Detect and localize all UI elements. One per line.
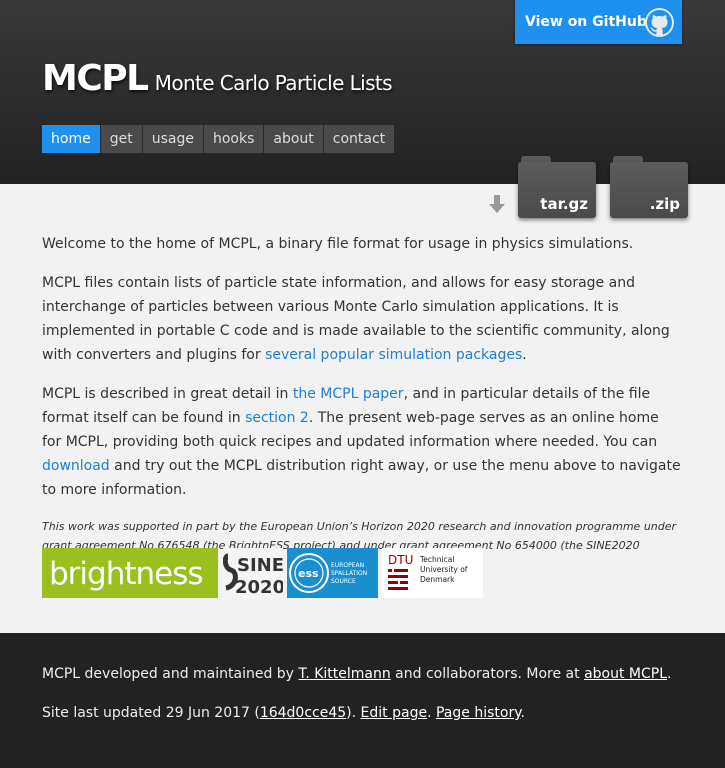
- nav-about[interactable]: about: [264, 125, 324, 153]
- description-end: .: [522, 347, 527, 363]
- brightness-logo[interactable]: brightness: [42, 548, 218, 598]
- nav-home[interactable]: home: [42, 125, 101, 153]
- site-title: MCPL Monte Carlo Particle Lists: [42, 58, 393, 99]
- page-history-link[interactable]: Page history: [436, 705, 521, 721]
- paper-paragraph: MCPL is described in great detail in the…: [42, 382, 682, 502]
- dtu-logo-line2: University of: [420, 565, 468, 574]
- mcpl-paper-link[interactable]: the MCPL paper: [293, 386, 404, 402]
- author-link[interactable]: T. Kittelmann: [298, 666, 390, 682]
- main-content: Welcome to the home of MCPL, a binary fi…: [42, 232, 682, 590]
- sine-logo-top: SINE: [237, 555, 283, 576]
- dtu-logo[interactable]: DTU Technical University of Denmark: [382, 548, 483, 598]
- footer-text: .: [427, 705, 436, 721]
- paper-text-a: MCPL is described in great detail in: [42, 386, 293, 402]
- footer-text: Site last updated 29 Jun 2017 (: [42, 705, 260, 721]
- nav-contact[interactable]: contact: [323, 125, 395, 153]
- section-2-link[interactable]: section 2: [245, 410, 309, 426]
- footer-text: ).: [346, 705, 361, 721]
- sine-logo-bottom: 2020: [235, 577, 283, 598]
- ess-logo[interactable]: ess EUROPEAN SPALLATION SOURCE: [287, 548, 378, 598]
- about-mcpl-link[interactable]: about MCPL: [584, 666, 667, 682]
- nav-get[interactable]: get: [100, 125, 143, 153]
- dtu-logo-line1: Technical: [419, 555, 454, 564]
- footer-maintainer-line: MCPL developed and maintained by T. Kitt…: [42, 666, 671, 682]
- ess-logo-mark: ess: [298, 567, 319, 580]
- intro-text: Welcome to the home of MCPL, a binary fi…: [42, 236, 634, 252]
- footer-text: .: [520, 705, 525, 721]
- download-zip-button[interactable]: .zip: [610, 156, 688, 218]
- edit-page-link[interactable]: Edit page: [361, 705, 428, 721]
- commit-link[interactable]: 164d0cce45: [260, 705, 346, 721]
- paper-text-d: and try out the MCPL distribution right …: [42, 458, 681, 498]
- footer-updated-line: Site last updated 29 Jun 2017 (164d0cce4…: [42, 705, 525, 721]
- github-icon: [645, 8, 674, 37]
- footer-text: and collaborators. More at: [390, 666, 585, 682]
- ess-logo-line2: SPALLATION: [331, 570, 367, 577]
- view-on-github-button[interactable]: View on GitHub: [515, 0, 682, 44]
- footer-text: MCPL developed and maintained by: [42, 666, 299, 682]
- nav-hooks[interactable]: hooks: [203, 125, 265, 153]
- footer-text: .: [667, 666, 672, 682]
- down-arrow-icon: [488, 194, 506, 218]
- intro-paragraph: Welcome to the home of MCPL, a binary fi…: [42, 232, 682, 256]
- site-subtitle: Monte Carlo Particle Lists: [154, 71, 393, 95]
- nav-usage[interactable]: usage: [142, 125, 204, 153]
- download-link[interactable]: download: [42, 458, 110, 474]
- ess-logo-line1: EUROPEAN: [331, 562, 364, 569]
- simulation-packages-link[interactable]: several popular simulation packages: [265, 347, 522, 363]
- download-zip-label: .zip: [649, 195, 680, 213]
- dtu-logo-mark: DTU: [388, 553, 413, 567]
- dtu-logo-line3: Denmark: [420, 575, 455, 584]
- site-title-main: MCPL: [42, 58, 149, 99]
- download-targz-label: tar.gz: [540, 195, 588, 213]
- github-button-label: View on GitHub: [525, 14, 647, 30]
- sine2020-logo[interactable]: SINE 2020: [222, 548, 285, 598]
- ess-logo-line3: SOURCE: [331, 578, 356, 585]
- description-paragraph: MCPL files contain lists of particle sta…: [42, 271, 682, 367]
- brightness-logo-text: brightness: [49, 556, 203, 592]
- download-targz-button[interactable]: tar.gz: [518, 156, 596, 218]
- main-nav: home get usage hooks about contact: [42, 125, 395, 153]
- site-footer: MCPL developed and maintained by T. Kitt…: [0, 633, 725, 768]
